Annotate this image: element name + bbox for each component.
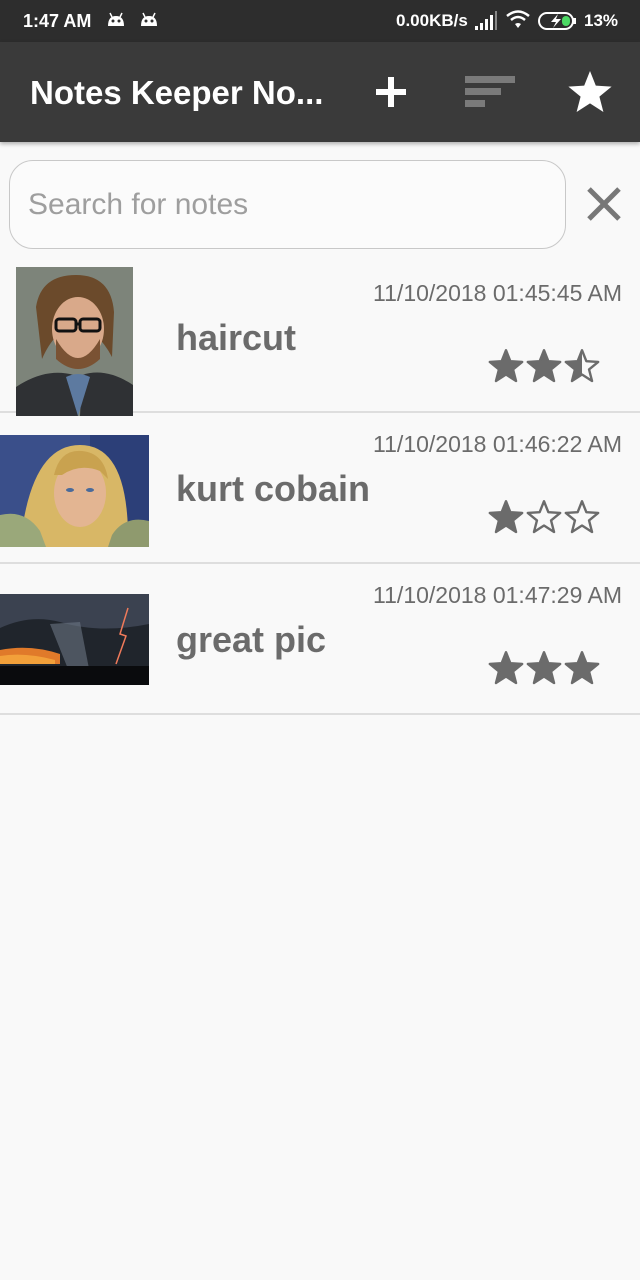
note-title: kurt cobain [176, 468, 371, 509]
cell-signal-icon [475, 11, 497, 30]
star-full-icon [488, 500, 524, 534]
star-full-icon [526, 651, 562, 685]
note-title: haircut [176, 317, 297, 358]
network-speed: 0.00KB/s [396, 11, 468, 30]
note-item[interactable]: kurt cobain 11/10/2018 01:46:22 AM [0, 413, 640, 564]
close-icon [587, 187, 621, 221]
android-notification-icon [141, 12, 157, 26]
star-empty-icon [564, 500, 600, 534]
rating-stars [488, 348, 600, 384]
add-note-button[interactable] [365, 66, 417, 118]
star-full-icon [488, 349, 524, 383]
note-thumbnail-storm [0, 594, 149, 685]
star-icon [568, 71, 612, 112]
note-date: 11/10/2018 01:45:45 AM [373, 280, 622, 306]
note-date: 11/10/2018 01:46:22 AM [373, 431, 622, 457]
note-item[interactable]: great pic 11/10/2018 01:47:29 AM [0, 564, 640, 715]
favorites-button[interactable] [564, 66, 616, 118]
clear-search-button[interactable] [580, 180, 628, 228]
status-bar: 1:47 AM 0.00KB/s 13% [0, 0, 640, 42]
battery-charging-icon [538, 12, 576, 30]
star-full-icon [564, 651, 600, 685]
sort-icon [465, 76, 515, 107]
star-empty-icon [526, 500, 562, 534]
app-title: Notes Keeper No... [30, 74, 324, 111]
rating-stars [488, 499, 600, 535]
app-toolbar: Notes Keeper No... [0, 42, 640, 142]
search-input[interactable] [28, 161, 548, 248]
note-thumbnail-portrait [16, 267, 133, 416]
wifi-icon [506, 10, 530, 28]
sort-button[interactable] [463, 66, 515, 118]
search-box [9, 160, 566, 249]
star-full-icon [488, 651, 524, 685]
android-notification-icon [108, 12, 124, 26]
note-date: 11/10/2018 01:47:29 AM [373, 582, 622, 608]
star-half-icon [564, 349, 600, 383]
notes-list: haircut 11/10/2018 01:45:45 AM kurt coba… [0, 262, 640, 715]
status-time: 1:47 AM [23, 11, 92, 31]
note-title: great pic [176, 619, 327, 660]
battery-percentage: 13% [584, 11, 619, 30]
star-full-icon [526, 349, 562, 383]
add-icon [376, 77, 406, 107]
rating-stars [488, 650, 600, 686]
note-thumbnail-portrait [0, 435, 149, 547]
note-item[interactable]: haircut 11/10/2018 01:45:45 AM [0, 262, 640, 416]
